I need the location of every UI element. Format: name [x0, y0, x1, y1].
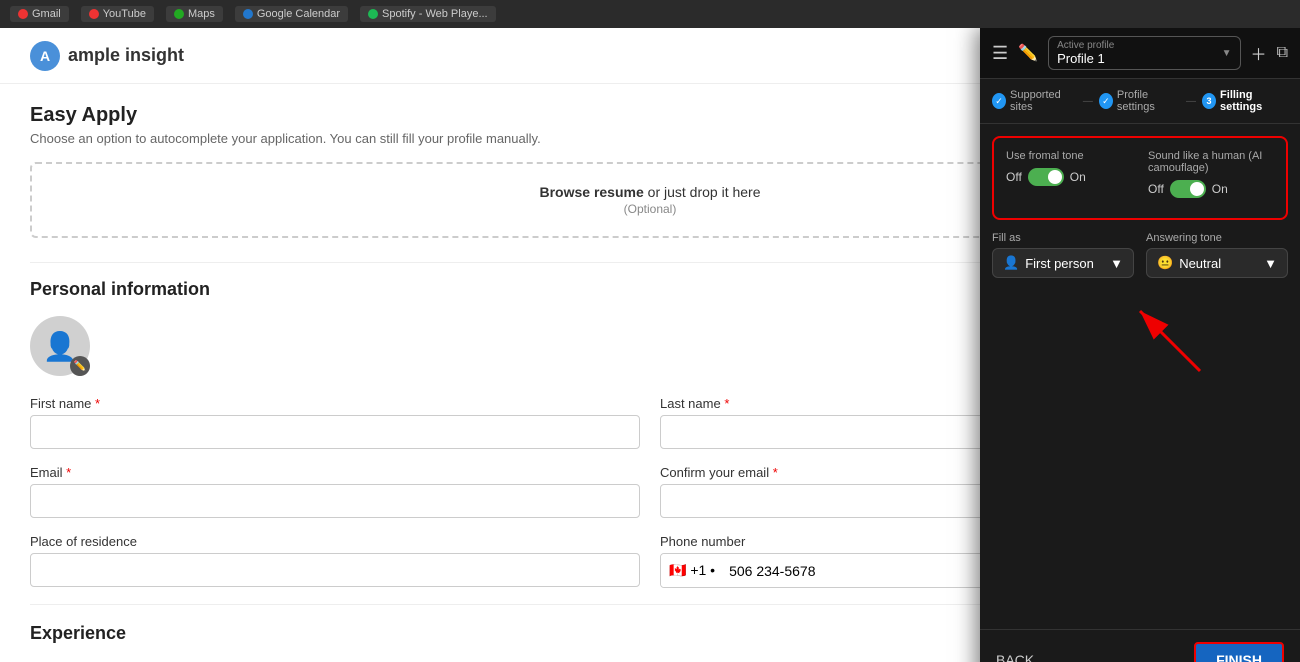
chevron-down-icon: ▼ — [1222, 48, 1232, 59]
fill-as-select[interactable]: 👤 First person ▼ — [992, 248, 1134, 278]
step-arrow-2: — — [1186, 96, 1196, 107]
profile-name: Profile 1 — [1057, 51, 1114, 66]
human-tone-toggle[interactable] — [1170, 180, 1206, 198]
answering-tone-select[interactable]: 😐 Neutral ▼ — [1146, 248, 1288, 278]
email-input[interactable] — [30, 484, 640, 518]
active-profile-col: Active profile Profile 1 — [1057, 40, 1114, 66]
tab-spotify[interactable]: Spotify - Web Playe... — [360, 6, 496, 22]
ext-topbar: ☰ ✏️ Active profile Profile 1 ▼ ＋ ⧉ — [980, 28, 1300, 79]
upload-link[interactable]: Browse resume — [539, 184, 643, 200]
formal-tone-label: Use fromal tone — [1006, 150, 1132, 162]
step-supported: ✓ Supported sites — [992, 89, 1077, 113]
tab-calendar-label: Google Calendar — [257, 8, 340, 20]
first-name-group: First name * — [30, 396, 640, 449]
copy-icon[interactable]: ⧉ — [1277, 44, 1288, 62]
gmail-favicon — [18, 9, 28, 19]
tab-gmail-label: Gmail — [32, 8, 61, 20]
answering-tone-icon: 😐 — [1157, 255, 1173, 271]
formal-tone-setting: Use fromal tone Off On — [1006, 150, 1132, 198]
phone-flag: 🇨🇦 +1 • — [661, 554, 723, 587]
step-filling: 3 Filling settings — [1202, 89, 1288, 113]
steps-bar: ✓ Supported sites — ✓ Profile settings —… — [980, 79, 1300, 124]
red-arrow-area — [980, 286, 1300, 386]
hamburger-icon[interactable]: ☰ — [992, 43, 1008, 64]
avatar-edit-button[interactable]: ✏️ — [70, 356, 90, 376]
tab-maps-label: Maps — [188, 8, 215, 20]
answering-tone-chevron: ▼ — [1264, 256, 1277, 271]
first-name-input[interactable] — [30, 415, 640, 449]
answering-tone-inner: 😐 Neutral — [1157, 255, 1221, 271]
logo-text: ample insight — [68, 45, 184, 66]
residence-input[interactable] — [30, 553, 640, 587]
answering-tone-group: Answering tone 😐 Neutral ▼ — [1146, 232, 1288, 278]
fill-as-chevron: ▼ — [1110, 256, 1123, 271]
step-profile-label: Profile settings — [1117, 89, 1180, 113]
upload-optional: (Optional) — [624, 202, 677, 216]
human-tone-label: Sound like a human (AI camouflage) — [1148, 150, 1274, 174]
fill-as-value: First person — [1025, 256, 1094, 271]
tab-calendar[interactable]: Google Calendar — [235, 6, 348, 22]
page-content: A ample insight Front End and 📍 245 York… — [0, 28, 1300, 662]
tab-spotify-label: Spotify - Web Playe... — [382, 8, 488, 20]
tab-maps[interactable]: Maps — [166, 6, 223, 22]
experience-title: Experience — [30, 623, 126, 644]
youtube-favicon — [89, 9, 99, 19]
formal-tone-toggle-row: Off On — [1006, 168, 1132, 186]
avatar-area: 👤 ✏️ — [30, 316, 90, 376]
first-name-required: * — [95, 396, 100, 411]
step-filling-label: Filling settings — [1220, 89, 1288, 113]
fill-tone-row: Fill as 👤 First person ▼ Answering tone … — [980, 232, 1300, 278]
human-tone-thumb — [1190, 182, 1204, 196]
logo-area: A ample insight — [30, 41, 1123, 71]
formal-tone-thumb — [1048, 170, 1062, 184]
settings-box: Use fromal tone Off On Sound like a huma… — [992, 136, 1288, 220]
active-profile-label: Active profile — [1057, 40, 1114, 51]
finish-button[interactable]: FINISH — [1194, 642, 1284, 662]
add-profile-icon[interactable]: ＋ — [1251, 41, 1267, 65]
spotify-favicon — [368, 9, 378, 19]
red-arrow-annotation — [1060, 291, 1220, 381]
step-supported-label: Supported sites — [1010, 89, 1077, 113]
email-group: Email * — [30, 465, 640, 518]
fill-as-inner: 👤 First person — [1003, 255, 1094, 271]
logo-icon: A — [30, 41, 60, 71]
tab-gmail[interactable]: Gmail — [10, 6, 69, 22]
answering-tone-value: Neutral — [1179, 256, 1221, 271]
edit-icon[interactable]: ✏️ — [1018, 43, 1038, 63]
fill-as-group: Fill as 👤 First person ▼ — [992, 232, 1134, 278]
last-name-required: * — [724, 396, 729, 411]
human-tone-setting: Sound like a human (AI camouflage) Off O… — [1148, 150, 1274, 198]
upload-text: or just drop it here — [648, 184, 761, 200]
tab-youtube-label: YouTube — [103, 8, 146, 20]
step-number-filling: 3 — [1202, 93, 1216, 109]
tab-youtube[interactable]: YouTube — [81, 6, 154, 22]
email-label: Email * — [30, 465, 640, 480]
human-off-label: Off — [1148, 182, 1164, 196]
first-name-label: First name * — [30, 396, 640, 411]
answering-tone-label: Answering tone — [1146, 232, 1288, 244]
fill-as-label: Fill as — [992, 232, 1134, 244]
step-profile: ✓ Profile settings — [1099, 89, 1180, 113]
active-profile-selector[interactable]: Active profile Profile 1 ▼ — [1048, 36, 1240, 70]
human-tone-toggle-row: Off On — [1148, 180, 1274, 198]
residence-group: Place of residence — [30, 534, 640, 588]
settings-row: Use fromal tone Off On Sound like a huma… — [1006, 150, 1274, 198]
human-on-label: On — [1212, 182, 1228, 196]
step-check-supported: ✓ — [992, 93, 1006, 109]
step-check-profile: ✓ — [1099, 93, 1113, 109]
formal-on-label: On — [1070, 170, 1086, 184]
formal-tone-toggle[interactable] — [1028, 168, 1064, 186]
browser-tab-bar: Gmail YouTube Maps Google Calendar Spoti… — [0, 0, 1300, 28]
step-arrow-1: — — [1083, 96, 1093, 107]
formal-off-label: Off — [1006, 170, 1022, 184]
extension-panel: ☰ ✏️ Active profile Profile 1 ▼ ＋ ⧉ ✓ Su… — [980, 28, 1300, 662]
residence-label: Place of residence — [30, 534, 640, 549]
back-button[interactable]: BACK — [996, 652, 1034, 662]
calendar-favicon — [243, 9, 253, 19]
fill-as-icon: 👤 — [1003, 255, 1019, 271]
ext-bottom-bar: BACK FINISH — [980, 629, 1300, 662]
maps-favicon — [174, 9, 184, 19]
